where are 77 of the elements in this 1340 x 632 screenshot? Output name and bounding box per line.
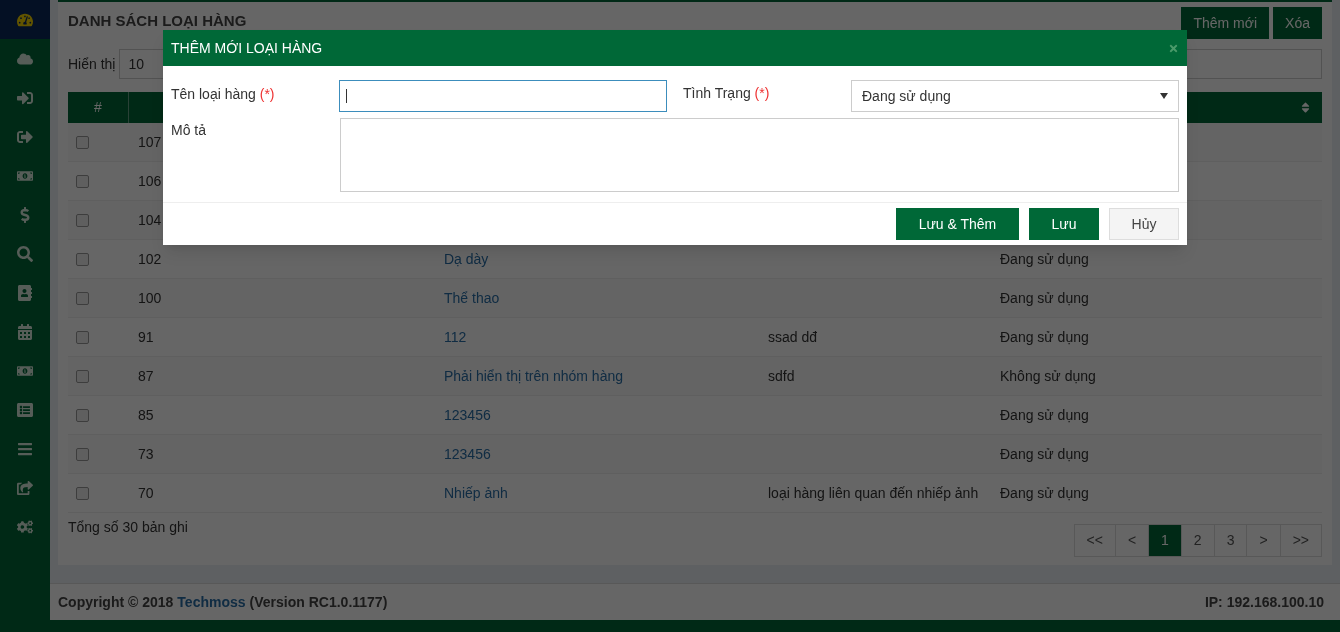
table-cell: Đang sử dụng <box>1000 484 1089 501</box>
ip-text: IP: 192.168.100.10 <box>1204 592 1325 612</box>
category-link[interactable]: Thể thao <box>444 289 500 306</box>
table-cell: 104 <box>138 211 162 228</box>
table-cell: 107 <box>138 133 162 150</box>
field-label: Tên loại hàng (*) <box>171 85 276 104</box>
status-select[interactable]: Đang sử dụng <box>851 80 1179 112</box>
table-cell: 91 <box>138 328 154 345</box>
table-cell: 100 <box>138 289 162 306</box>
table-cell: Đang sử dụng <box>1000 445 1089 462</box>
list-icon <box>17 401 33 418</box>
category-link[interactable]: 123456 <box>444 445 491 462</box>
table-cell: Đang sử dụng <box>1000 250 1089 267</box>
field-label: Tình Trạng (*) <box>683 84 771 103</box>
page-button[interactable]: 2 <box>1180 524 1215 557</box>
dialog-button[interactable]: Lưu & Thêm <box>896 208 1019 240</box>
sort-icon[interactable] <box>1299 101 1312 114</box>
version-text: (Version RC1.0.1177) <box>249 592 388 612</box>
table-cell: sdfd <box>768 367 795 384</box>
copyright-text: Copyright © 2018 <box>58 592 174 612</box>
row-checkbox[interactable] <box>76 447 89 461</box>
table-cell: ssad dđ <box>768 328 818 345</box>
row-checkbox[interactable] <box>76 486 89 500</box>
table-cell: 102 <box>138 250 162 267</box>
caret-icon <box>1160 93 1168 99</box>
toolbar-button[interactable]: Thêm mới <box>1181 7 1270 39</box>
table-cell: Không sử dụng <box>1000 367 1096 384</box>
show-label: Hiển thị <box>68 54 116 74</box>
table-cell: 73 <box>138 445 154 462</box>
category-link[interactable]: 123456 <box>444 406 491 423</box>
row-checkbox[interactable] <box>76 291 89 305</box>
brand-link[interactable]: Techmoss <box>177 591 246 613</box>
page-button[interactable]: 1 <box>1148 524 1182 557</box>
row-checkbox[interactable] <box>76 213 89 227</box>
table-cell: 106 <box>138 172 162 189</box>
toolbar-button[interactable]: Xóa <box>1273 7 1322 39</box>
contact-book-icon <box>17 284 33 301</box>
page-button[interactable]: > <box>1246 524 1281 557</box>
sign-in-icon <box>17 89 33 106</box>
row-checkbox[interactable] <box>76 330 89 344</box>
page-button[interactable]: >> <box>1279 524 1322 557</box>
page-button[interactable]: 3 <box>1213 524 1248 557</box>
close-icon[interactable] <box>1168 42 1179 54</box>
row-checkbox[interactable] <box>76 408 89 422</box>
field-label: Mô tả <box>171 121 207 140</box>
settings-icon <box>17 518 33 535</box>
table-cell: Đang sử dụng <box>1000 406 1089 423</box>
table-cell: 85 <box>138 406 154 423</box>
category-link[interactable]: Phải hiển thị trên nhóm hàng <box>444 367 623 384</box>
table-cell: Đang sử dụng <box>1000 328 1089 345</box>
gauge-icon <box>17 11 33 28</box>
row-checkbox[interactable] <box>76 135 89 149</box>
sign-out-icon <box>17 128 33 145</box>
page-title: DANH SÁCH LOẠI HÀNG <box>68 10 247 31</box>
dialog-button[interactable]: Hủy <box>1109 208 1179 240</box>
row-checkbox[interactable] <box>76 174 89 188</box>
cloud-icon <box>17 50 33 67</box>
category-link[interactable]: Nhiếp ảnh <box>444 484 508 501</box>
dialog-button[interactable]: Lưu <box>1029 208 1099 240</box>
page-button[interactable]: << <box>1073 524 1116 557</box>
column-header: # <box>93 98 103 117</box>
share-icon <box>17 479 33 496</box>
menu-icon <box>17 440 33 457</box>
table-cell: 87 <box>138 367 154 384</box>
total-records: Tổng số 30 bản ghi <box>68 518 188 537</box>
calendar-icon <box>17 323 33 340</box>
category-link[interactable]: Dạ dày <box>444 250 489 267</box>
description-field[interactable] <box>340 118 1179 192</box>
table-cell: Đang sử dụng <box>1000 289 1089 306</box>
name-field[interactable] <box>339 80 667 112</box>
table-cell: loại hàng liên quan đến nhiếp ảnh <box>768 484 979 501</box>
category-link[interactable]: 112 <box>444 328 467 345</box>
row-checkbox[interactable] <box>76 369 89 383</box>
row-checkbox[interactable] <box>76 252 89 266</box>
sidebar-item[interactable] <box>0 0 50 39</box>
table-cell: 70 <box>138 484 154 501</box>
search-icon <box>17 245 33 262</box>
